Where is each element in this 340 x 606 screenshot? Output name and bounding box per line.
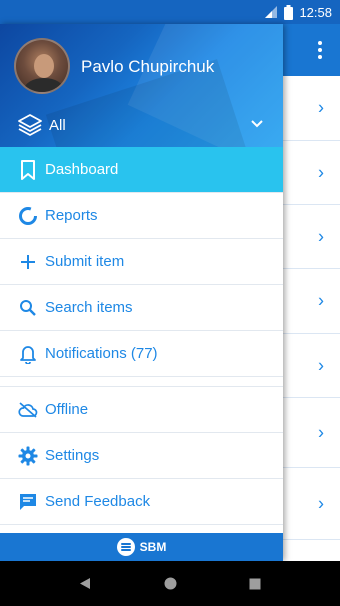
status-bar: 12:58 (0, 0, 340, 24)
menu-item-label: Reports (45, 207, 98, 224)
list-item[interactable]: › (283, 205, 340, 269)
system-nav-bar (0, 561, 340, 606)
menu-item-label: Search items (45, 299, 133, 316)
account-selector-label: All (49, 117, 66, 134)
chevron-right-icon: › (318, 97, 324, 118)
gear-icon (17, 445, 39, 467)
menu-item-label: Submit item (45, 253, 125, 270)
recents-square-icon (249, 578, 261, 589)
menu-item-dashboard[interactable]: Dashboard (0, 147, 283, 193)
list-item[interactable]: › (283, 334, 340, 398)
menu-item-label: Settings (45, 447, 100, 464)
menu-item-offline[interactable]: Offline (0, 387, 283, 433)
bell-icon (17, 343, 39, 365)
menu-divider (0, 377, 283, 387)
battery-icon (284, 4, 294, 20)
home-button[interactable] (140, 561, 200, 606)
list-item[interactable]: › (283, 141, 340, 205)
plus-icon (17, 251, 39, 273)
menu-item-reports[interactable]: Reports (0, 193, 283, 239)
account-selector[interactable]: All (0, 110, 283, 140)
chevron-right-icon: › (318, 493, 324, 513)
menu-item-label: Dashboard (45, 161, 119, 178)
chevron-right-icon: › (318, 355, 324, 375)
status-time: 12:58 (299, 4, 332, 20)
recents-button[interactable] (225, 561, 285, 606)
user-name: Pavlo Chupirchuk (81, 57, 215, 76)
list-item[interactable]: › (283, 76, 340, 141)
list-item[interactable]: › (283, 398, 340, 468)
chevron-right-icon: › (318, 290, 324, 311)
drawer-menu: Dashboard Reports Submit item Search ite… (0, 147, 283, 525)
sbm-logo-icon (116, 538, 135, 556)
search-icon (17, 297, 39, 319)
menu-item-label: Send Feedback (45, 493, 151, 510)
footer-brand: SBM (139, 540, 167, 554)
chevron-right-icon: › (318, 162, 324, 182)
avatar[interactable] (14, 38, 70, 94)
drawer-footer: SBM (0, 533, 283, 561)
progress-circle-icon (17, 205, 39, 227)
home-circle-icon (164, 577, 176, 590)
chevron-right-icon: › (318, 422, 324, 442)
menu-item-search-items[interactable]: Search items (0, 285, 283, 331)
list-item[interactable]: › (283, 269, 340, 334)
back-button[interactable] (55, 561, 115, 606)
chevron-right-icon: › (318, 226, 324, 246)
back-triangle-icon (80, 578, 90, 589)
feedback-icon (17, 491, 39, 513)
menu-item-notifications[interactable]: Notifications (77) (0, 331, 283, 377)
menu-item-label: Offline (45, 401, 89, 418)
navigation-drawer: Pavlo Chupirchuk All Dashboard Reports S… (0, 24, 283, 561)
layers-icon (18, 114, 42, 136)
menu-item-label: Notifications (77) (45, 345, 158, 362)
status-icons: 12:58 (264, 0, 332, 24)
menu-item-settings[interactable]: Settings (0, 433, 283, 479)
menu-item-submit-item[interactable]: Submit item (0, 239, 283, 285)
drawer-header: Pavlo Chupirchuk All (0, 24, 283, 147)
menu-item-send-feedback[interactable]: Send Feedback (0, 479, 283, 525)
chevron-down-icon (251, 120, 263, 128)
signal-icon (265, 6, 278, 18)
bookmark-icon (17, 159, 39, 181)
cloud-off-icon (17, 399, 39, 421)
list-item[interactable]: › (283, 468, 340, 540)
overflow-menu-icon[interactable] (310, 36, 330, 64)
